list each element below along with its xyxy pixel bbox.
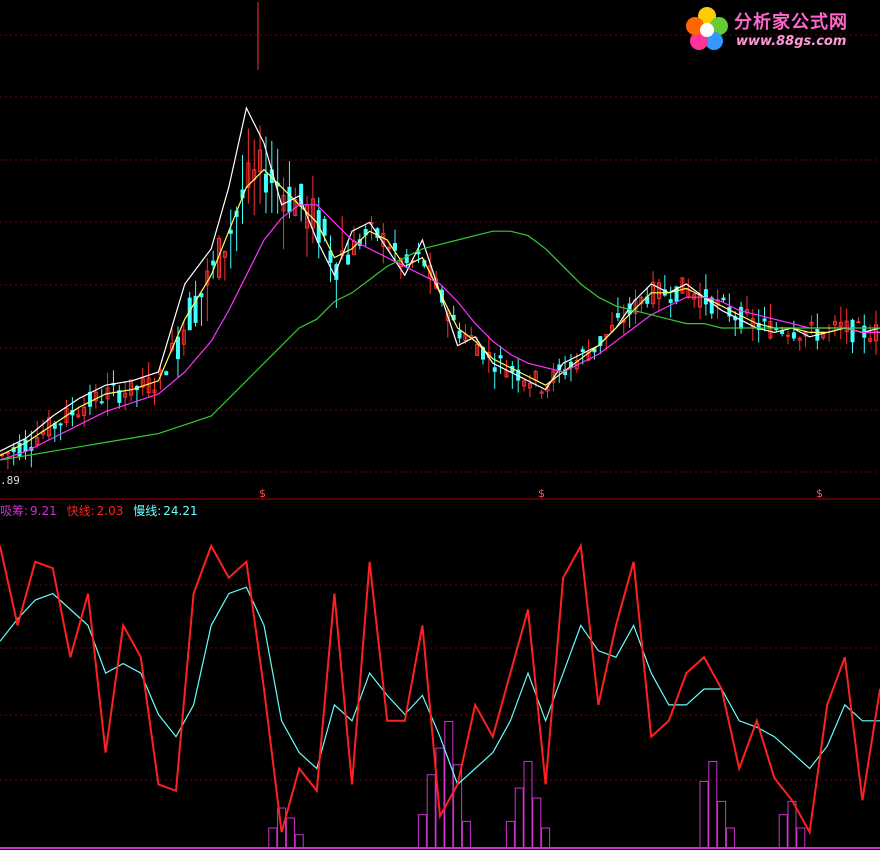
xichou-label: 吸筹: [0,504,29,518]
xichou-bar [505,820,515,849]
candle-body [346,254,351,265]
candle-body [492,367,497,372]
indicator-legend: 吸筹: 9.21 快线: 2.03 慢线: 24.21 [0,502,204,519]
candle-body [263,173,268,193]
xichou-bar [435,747,445,849]
candle-body [615,313,620,318]
signal-marker: $ [816,487,823,500]
candle-body [211,260,216,266]
xichou-bar [532,797,542,849]
candle-body [99,401,104,404]
candle-body [774,328,779,331]
candle-body [780,330,785,334]
candle-body [580,349,585,353]
candle-body [322,218,327,236]
xichou-bar [514,787,524,849]
fast-line [0,542,880,836]
signal-marker: $ [538,487,545,500]
flower-logo-icon [686,7,728,50]
candle-body [187,297,192,331]
slow-value: 24.21 [163,504,198,518]
ma-line-green [0,230,880,461]
logo-url: www.88gs.com [736,34,847,49]
xichou-bar [541,827,551,849]
candle-body [762,318,767,322]
candle-body [457,330,462,339]
candle-body [498,355,503,359]
ma-line-white [0,106,880,452]
xichou-bar [778,814,788,849]
xichou-bar [444,720,454,849]
xichou-bar [417,814,427,849]
candle-body [228,229,233,234]
xichou-bar [426,774,436,849]
candle-body [175,336,180,360]
xichou-bar [294,834,304,849]
candle-body [58,423,63,426]
candle-body [791,332,796,339]
candle-body [703,289,708,305]
chart-svg [0,2,880,849]
ma-line-magenta [0,204,880,461]
candle-body [287,186,292,213]
candle-body [87,391,92,407]
candle-body [786,334,791,337]
xichou-bar [787,800,797,849]
xichou-bar [523,760,533,849]
stock-chart-stage: 分析家公式网 www.88gs.com .89 $ $ $ 吸筹: 9.21 快线… [0,0,880,850]
xichou-bar [708,760,718,849]
fast-label: 快线: [66,504,95,518]
price-low-label: .89 [0,474,20,487]
site-logo: 分析家公式网 www.88gs.com [682,4,872,56]
xichou-bar [725,827,735,849]
xichou-bar [268,827,278,849]
candle-body [416,251,421,255]
candle-body [721,297,726,301]
candle-body [850,319,855,343]
slow-line [0,586,880,786]
logo-title: 分析家公式网 [734,12,848,33]
xichou-bar [717,800,727,849]
candle-body [164,371,169,376]
slow-label: 慢线: [133,504,162,518]
xichou-bar [285,817,295,849]
signal-marker: $ [259,487,266,500]
candle-body [668,299,673,303]
xichou-bar [699,780,709,849]
xichou-bar [461,820,471,849]
xichou-value: 9.21 [30,504,57,518]
xichou-bar [796,827,806,849]
fast-value: 2.03 [96,504,124,518]
candle-body [856,321,861,324]
